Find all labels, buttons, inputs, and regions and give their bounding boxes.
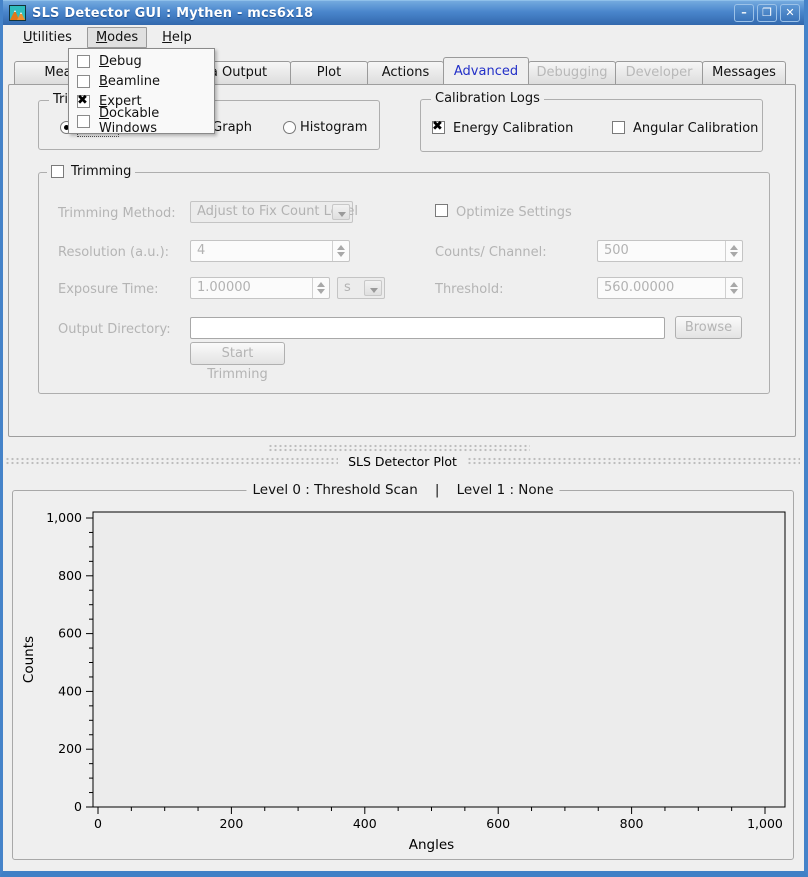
tab-messages[interactable]: Messages — [702, 61, 786, 84]
spin-down-icon[interactable] — [317, 289, 325, 294]
checkbox-label-angular-calibration[interactable]: Angular Calibration — [633, 121, 758, 136]
main-area: UtilitiesModesHelp MeasurementData Outpu… — [3, 25, 804, 871]
dock-texture — [5, 457, 338, 465]
calibration-logs-group-title: Calibration Logs — [431, 91, 544, 106]
resolution-value: 4 — [197, 243, 205, 258]
tab-developer: Developer — [615, 61, 703, 84]
unchecked-checkbox-icon — [77, 115, 90, 128]
spin-down-icon[interactable] — [730, 252, 738, 257]
minimize-button[interactable]: – — [734, 4, 754, 22]
svg-text:200: 200 — [219, 816, 243, 831]
checkbox-angular-calibration[interactable] — [612, 121, 625, 134]
trimming-group-title: Trimming — [71, 164, 131, 179]
menu-item-dockable-windows[interactable]: Dockable Windows — [69, 111, 214, 131]
plot-dock-title: SLS Detector Plot — [348, 454, 457, 469]
chevron-down-icon — [332, 204, 350, 220]
optimize-settings-label: Optimize Settings — [456, 205, 572, 220]
unchecked-checkbox-icon — [77, 55, 90, 68]
exposure-unit-value: s — [344, 280, 351, 295]
svg-text:200: 200 — [58, 741, 82, 756]
svg-text:1,000: 1,000 — [46, 510, 82, 525]
trimming-method-label: Trimming Method: — [58, 206, 176, 221]
menubar-item-modes[interactable]: Modes — [87, 27, 147, 48]
counts-channel-spinbox[interactable]: 500 — [597, 240, 743, 262]
tab-actions[interactable]: Actions — [367, 61, 444, 84]
svg-text:0: 0 — [94, 816, 102, 831]
spin-down-icon[interactable] — [730, 289, 738, 294]
radio-label-histogram[interactable]: Histogram — [300, 120, 367, 135]
exposure-time-label: Exposure Time: — [58, 282, 159, 297]
menubar-item-help[interactable]: Help — [153, 27, 201, 48]
chevron-down-icon — [364, 280, 382, 296]
counts-channel-value: 500 — [604, 243, 629, 258]
svg-text:Angles: Angles — [409, 837, 454, 853]
svg-text:Counts: Counts — [21, 636, 37, 683]
exposure-time-value: 1.00000 — [197, 280, 251, 295]
checkbox-energy-calibration[interactable] — [432, 121, 445, 134]
dock-texture — [467, 457, 800, 465]
tab-plot[interactable]: Plot — [290, 61, 368, 84]
svg-text:0: 0 — [74, 799, 82, 814]
splitter-handle[interactable] — [268, 444, 530, 452]
optimize-settings-checkbox[interactable] — [435, 204, 448, 217]
output-directory-field[interactable] — [190, 317, 665, 339]
tab-advanced[interactable]: Advanced — [443, 57, 529, 84]
spin-up-icon[interactable] — [730, 282, 738, 287]
spin-down-icon[interactable] — [337, 252, 345, 257]
window-title: SLS Detector GUI : Mythen - mcs6x18 — [32, 6, 313, 21]
maximize-button[interactable]: ❐ — [757, 4, 777, 22]
checkbox-label-energy-calibration[interactable]: Energy Calibration — [453, 121, 573, 136]
trimming-group-checkbox[interactable] — [51, 165, 64, 178]
svg-text:800: 800 — [620, 816, 644, 831]
menu-item-beamline[interactable]: Beamline — [69, 71, 214, 91]
radio-histogram[interactable] — [283, 121, 296, 134]
menu-item-label: Dockable Windows — [99, 106, 208, 136]
counts-channel-label: Counts/ Channel: — [435, 245, 547, 260]
menu-bar: Utilities Modes Help — [3, 25, 804, 50]
plot-dock-titlebar[interactable]: SLS Detector Plot — [5, 454, 800, 468]
resolution-spinbox[interactable]: 4 — [190, 240, 350, 262]
threshold-label: Threshold: — [435, 282, 503, 297]
menu-item-label: Beamline — [99, 74, 160, 89]
svg-text:600: 600 — [486, 816, 510, 831]
threshold-spinbox[interactable]: 560.00000 — [597, 277, 743, 299]
spin-up-icon[interactable] — [337, 245, 345, 250]
output-directory-label: Output Directory: — [58, 322, 171, 337]
app-mountain-icon — [9, 5, 26, 21]
menubar-item-utilities[interactable]: Utilities — [14, 27, 81, 48]
spin-up-icon[interactable] — [317, 282, 325, 287]
threshold-value: 560.00000 — [604, 280, 674, 295]
svg-text:600: 600 — [58, 626, 82, 641]
resolution-label: Resolution (a.u.): — [58, 245, 169, 260]
menu-item-label: Debug — [99, 54, 142, 69]
close-button[interactable]: ✕ — [780, 4, 800, 22]
exposure-time-spinbox[interactable]: 1.00000 — [190, 277, 330, 299]
svg-text:400: 400 — [353, 816, 377, 831]
plot-group: Level 0 : Threshold Scan | Level 1 : Non… — [12, 490, 794, 860]
exposure-unit-combobox[interactable]: s — [337, 277, 385, 299]
svg-text:800: 800 — [58, 568, 82, 583]
svg-text:400: 400 — [58, 683, 82, 698]
sls-detector-plot: 0 200 400 600 800 1,000 0 200 400 600 800 1,000 Angl… — [13, 495, 795, 859]
tab-debugging: Debugging — [528, 61, 616, 84]
title-bar[interactable]: SLS Detector GUI : Mythen - mcs6x18 – ❐ … — [3, 0, 804, 25]
svg-text:1,000: 1,000 — [747, 816, 783, 831]
modes-menu: DebugBeamlineExpertDockable Windows — [68, 48, 215, 134]
unchecked-checkbox-icon — [77, 75, 90, 88]
application-window: SLS Detector GUI : Mythen - mcs6x18 – ❐ … — [0, 0, 808, 877]
spin-up-icon[interactable] — [730, 245, 738, 250]
trimming-method-combobox[interactable]: Adjust to Fix Count Level — [190, 201, 353, 223]
menu-item-debug[interactable]: Debug — [69, 51, 214, 71]
browse-button[interactable]: Browse — [675, 316, 742, 339]
start-trimming-button[interactable]: Start Trimming — [190, 342, 285, 365]
checked-checkbox-icon — [77, 95, 90, 108]
